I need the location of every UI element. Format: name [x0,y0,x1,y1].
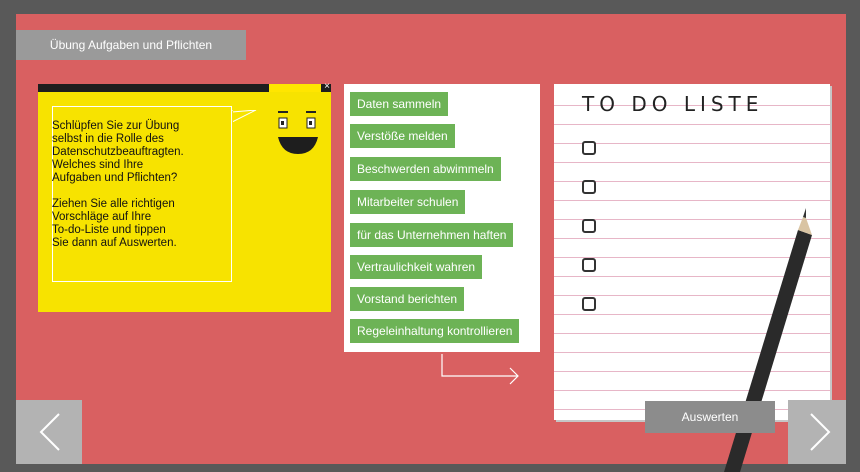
option-chip[interactable]: Mitarbeiter schulen [350,190,466,214]
todo-checkbox[interactable] [582,141,596,155]
exercise-screen: Übung Aufgaben und Pflichten × Schlüpfen… [0,0,860,472]
paper-line [554,124,830,125]
option-chip[interactable]: Regeleinhaltung kontrollieren [350,319,520,343]
option-chip[interactable]: Vorstand berichten [350,287,465,311]
chevron-left-icon [39,413,60,451]
close-icon[interactable]: × [324,82,330,92]
next-button[interactable] [788,400,846,464]
todo-checkbox[interactable] [582,297,596,311]
evaluate-button[interactable]: Auswerten [645,401,775,433]
option-chip[interactable]: für das Unternehmen haften [350,223,514,247]
arrow-right-icon [441,354,519,385]
prev-button[interactable] [16,400,82,464]
options-card: Daten sammeln Verstöße melden Beschwerde… [344,84,540,352]
instruction-note: × Schlüpfen Sie zur Übung selbst in die … [38,82,331,312]
note-bar-accent [269,84,321,92]
todo-checkbox[interactable] [582,258,596,272]
instruction-text: Schlüpfen Sie zur Übung selbst in die Ro… [52,120,184,249]
option-chip[interactable]: Daten sammeln [350,92,449,116]
smiley-face-icon [278,111,318,154]
todo-checkbox[interactable] [582,219,596,233]
todo-title: TO DO LISTE [582,92,764,116]
todo-checkbox[interactable] [582,180,596,194]
speech-bubble-tail [232,110,257,123]
option-chip[interactable]: Vertraulichkeit wahren [350,255,483,279]
exercise-title: Übung Aufgaben und Pflichten [16,30,246,60]
option-chip[interactable]: Beschwerden abwimmeln [350,157,501,181]
chevron-right-icon [810,413,831,451]
option-chip[interactable]: Verstöße melden [350,124,455,148]
paper-line [554,162,830,163]
